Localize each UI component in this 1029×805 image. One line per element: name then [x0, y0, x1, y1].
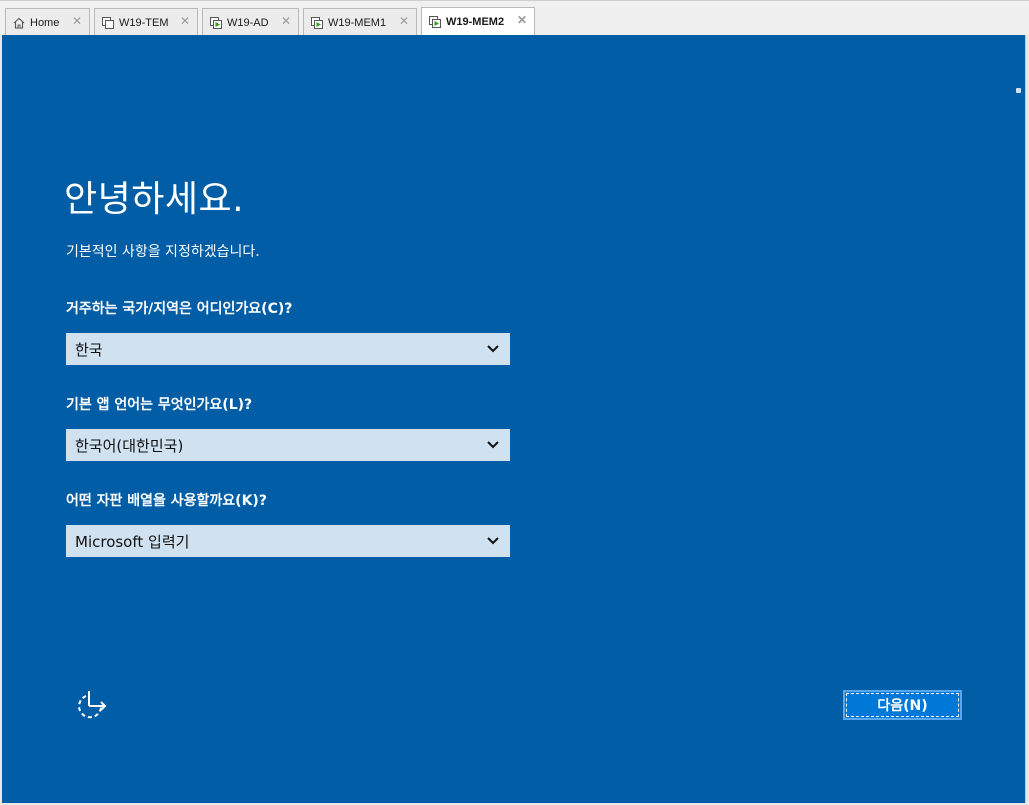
close-icon[interactable]: ✕ — [280, 15, 292, 27]
vm-console-screen[interactable] — [2, 35, 1025, 803]
tab-bar: Home ✕ W19-TEM ✕ W19-AD ✕ W19-MEM1 ✕ W19… — [0, 0, 1029, 36]
tab-label: W19-TEM — [119, 16, 169, 29]
tab-label: Home — [30, 16, 60, 29]
tab-home[interactable]: Home ✕ — [5, 8, 90, 36]
keyboard-dropdown-value: Microsoft 입력기 — [75, 532, 190, 551]
close-icon[interactable]: ✕ — [516, 14, 528, 26]
chevron-down-icon — [486, 341, 500, 355]
page-subtitle: 기본적인 사항을 지정하겠습니다. — [66, 244, 260, 260]
tab-w19-mem2[interactable]: W19-MEM2 ✕ — [421, 7, 535, 36]
close-icon[interactable]: ✕ — [71, 15, 83, 27]
tab-label: W19-MEM2 — [446, 16, 505, 28]
language-dropdown[interactable]: 한국어(대한민국) — [66, 429, 510, 461]
vm-template-icon — [101, 16, 115, 30]
vm-running-icon — [209, 16, 223, 30]
accessibility-icon[interactable] — [72, 688, 108, 724]
keyboard-dropdown[interactable]: Microsoft 입력기 — [66, 525, 510, 557]
tab-w19-mem1[interactable]: W19-MEM1 ✕ — [303, 8, 417, 36]
home-icon — [12, 16, 26, 30]
close-icon[interactable]: ✕ — [179, 15, 191, 27]
region-question: 거주하는 국가/지역은 어디인가요(C)? — [66, 301, 293, 317]
language-question: 기본 앱 언어는 무엇인가요(L)? — [66, 397, 253, 413]
region-dropdown-value: 한국 — [75, 340, 103, 359]
vm-running-icon — [310, 16, 324, 30]
page-title: 안녕하세요. — [64, 179, 245, 220]
keyboard-question: 어떤 자판 배열을 사용할까요(K)? — [66, 493, 267, 509]
tab-w19-ad[interactable]: W19-AD ✕ — [202, 8, 299, 36]
language-dropdown-value: 한국어(대한민국) — [75, 436, 184, 455]
window-border-right — [1025, 35, 1029, 805]
tab-label: W19-AD — [227, 16, 269, 29]
vm-running-icon — [428, 15, 442, 29]
chevron-down-icon — [486, 533, 500, 547]
region-dropdown[interactable]: 한국 — [66, 333, 510, 365]
tab-w19-tem[interactable]: W19-TEM ✕ — [94, 8, 198, 36]
chevron-down-icon — [486, 437, 500, 451]
close-icon[interactable]: ✕ — [398, 15, 410, 27]
tab-label: W19-MEM1 — [328, 16, 387, 29]
scroll-indicator — [1016, 88, 1021, 93]
next-button[interactable]: 다음(N) — [843, 690, 962, 720]
